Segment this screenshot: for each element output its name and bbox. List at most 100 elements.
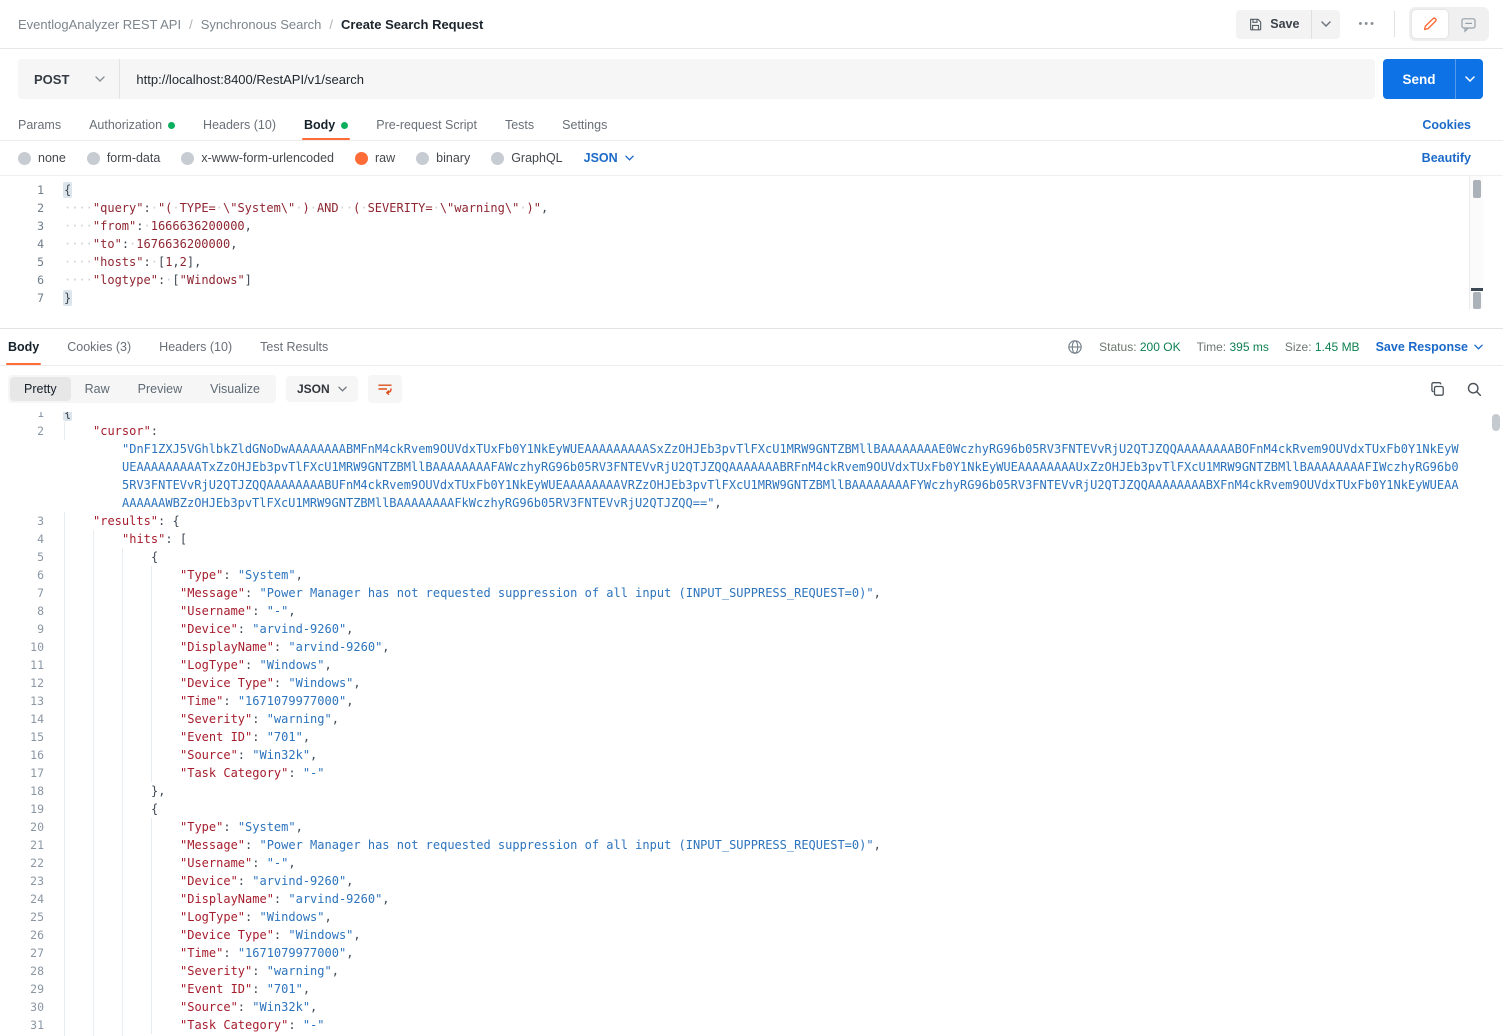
comments-button[interactable]: [1450, 10, 1486, 38]
view-visualize[interactable]: Visualize: [196, 377, 274, 401]
editor-scrollbar-thumb[interactable]: [1473, 292, 1481, 309]
green-dot-icon: [341, 122, 348, 129]
response-scrollbar-thumb[interactable]: [1492, 414, 1500, 431]
view-pretty[interactable]: Pretty: [10, 377, 71, 401]
response-line: 18},: [0, 782, 1503, 800]
tab-authorization[interactable]: Authorization: [89, 110, 175, 140]
url-input[interactable]: http://localhost:8400/RestAPI/v1/search: [120, 72, 380, 87]
copy-button[interactable]: [1429, 381, 1446, 398]
request-language-selector[interactable]: JSON: [584, 151, 634, 165]
tab-headers-10-[interactable]: Headers (10): [203, 110, 276, 140]
size-badge[interactable]: Size: 1.45 MB: [1285, 340, 1360, 354]
breadcrumb-request-title[interactable]: Create Search Request: [341, 17, 483, 32]
line-number: 5: [0, 548, 44, 566]
line-number: 24: [0, 890, 44, 908]
body-type-x-www-form-urlencoded[interactable]: x-www-form-urlencoded: [181, 151, 334, 165]
editor-line[interactable]: 7}: [0, 289, 1503, 307]
breadcrumb-separator: /: [189, 17, 193, 32]
response-line: 10"DisplayName": "arvind-9260",: [0, 638, 1503, 656]
request-body-editor[interactable]: 1{2····"query":·"(·TYPE=·\"System\"·)·AN…: [0, 175, 1503, 309]
response-tab-test-results[interactable]: Test Results: [260, 329, 328, 365]
send-button[interactable]: Send: [1383, 59, 1455, 99]
save-button[interactable]: Save: [1236, 10, 1311, 39]
save-response-button[interactable]: Save Response: [1376, 340, 1483, 354]
tab-params[interactable]: Params: [18, 110, 61, 140]
body-type-none[interactable]: none: [18, 151, 66, 165]
send-button-group: Send: [1383, 59, 1483, 99]
line-number: 29: [0, 980, 44, 998]
body-type-binary[interactable]: binary: [416, 151, 470, 165]
tab-tests[interactable]: Tests: [505, 110, 534, 140]
body-type-raw[interactable]: raw: [355, 151, 395, 165]
method-selector[interactable]: POST: [18, 59, 120, 99]
response-line: 27"Time": "1671079977000",: [0, 944, 1503, 962]
line-number: 22: [0, 854, 44, 872]
wrap-lines-icon: [377, 381, 393, 397]
more-options-button[interactable]: •••: [1354, 12, 1380, 36]
response-body-viewer[interactable]: 1{2"cursor":"DnF1ZXJ5VGhlbkZldGNoDwAAAAA…: [0, 412, 1503, 1036]
floppy-icon: [1248, 17, 1263, 32]
response-toolbar: PrettyRawPreviewVisualize JSON: [0, 366, 1503, 412]
line-number: 31: [0, 1016, 44, 1034]
editor-line[interactable]: 5····"hosts":·[1,2],: [0, 253, 1503, 271]
pencil-icon: [1422, 16, 1438, 32]
editor-scrollbar-thumb[interactable]: [1473, 180, 1481, 198]
save-options-button[interactable]: [1311, 10, 1340, 39]
breadcrumb-collection[interactable]: EventlogAnalyzer REST API: [18, 17, 181, 32]
line-number: 20: [0, 818, 44, 836]
edit-request-button[interactable]: [1412, 10, 1448, 38]
line-number: 1: [0, 412, 44, 422]
editor-scrollbar[interactable]: [1469, 176, 1483, 309]
body-type-GraphQL[interactable]: GraphQL: [491, 151, 562, 165]
radio-icon: [181, 152, 194, 165]
beautify-link[interactable]: Beautify: [1422, 151, 1471, 165]
tab-body[interactable]: Body: [304, 110, 348, 140]
line-number: 6: [0, 566, 44, 584]
tab-label: Headers (10): [203, 118, 276, 132]
response-line: 7"Message": "Power Manager has not reque…: [0, 584, 1503, 602]
tab-pre-request-script[interactable]: Pre-request Script: [376, 110, 477, 140]
response-line: 2"cursor":"DnF1ZXJ5VGhlbkZldGNoDwAAAAAAA…: [0, 422, 1503, 512]
tab-label: Headers (10): [159, 340, 232, 354]
editor-line[interactable]: 3····"from":·1666636200000,: [0, 217, 1503, 235]
url-builder: POST http://localhost:8400/RestAPI/v1/se…: [0, 49, 1503, 110]
editor-line[interactable]: 1{: [0, 181, 1503, 199]
response-line: 14"Severity": "warning",: [0, 710, 1503, 728]
search-button[interactable]: [1466, 381, 1483, 398]
cookies-link[interactable]: Cookies: [1422, 118, 1471, 132]
globe-icon[interactable]: [1067, 339, 1083, 355]
response-line: 12"Device Type": "Windows",: [0, 674, 1503, 692]
response-tab-cookies-3-[interactable]: Cookies (3): [67, 329, 131, 365]
postman-app: EventlogAnalyzer REST API / Synchronous …: [0, 0, 1503, 1036]
editor-line[interactable]: 6····"logtype":·["Windows"]: [0, 271, 1503, 289]
tab-label: Body: [8, 340, 39, 354]
response-language-selector[interactable]: JSON: [286, 376, 358, 402]
view-preview[interactable]: Preview: [124, 377, 196, 401]
send-options-button[interactable]: [1455, 59, 1483, 99]
tab-label: Cookies (3): [67, 340, 131, 354]
response-tab-body[interactable]: Body: [8, 329, 39, 365]
wrap-lines-button[interactable]: [368, 375, 402, 403]
time-badge[interactable]: Time: 395 ms: [1197, 340, 1269, 354]
response-line: 19{: [0, 800, 1503, 818]
response-language-label: JSON: [297, 382, 330, 396]
response-tab-headers-10-[interactable]: Headers (10): [159, 329, 232, 365]
editor-line[interactable]: 2····"query":·"(·TYPE=·\"System\"·)·AND·…: [0, 199, 1503, 217]
response-line: 29"Event ID": "701",: [0, 980, 1503, 998]
editor-line[interactable]: 4····"to":·1676636200000,: [0, 235, 1503, 253]
tab-label: Pre-request Script: [376, 118, 477, 132]
tab-settings[interactable]: Settings: [562, 110, 607, 140]
body-type-form-data[interactable]: form-data: [87, 151, 161, 165]
status-badge[interactable]: Status: 200 OK: [1099, 340, 1180, 354]
request-tab-list: Params Authorization Headers (10) Body Pre-r…: [18, 110, 607, 140]
response-scrollbar[interactable]: [1492, 413, 1500, 1036]
breadcrumb-folder[interactable]: Synchronous Search: [201, 17, 322, 32]
body-type-row: none form-data x-www-form-urlencoded raw bin…: [0, 141, 1503, 175]
line-number: 7: [0, 584, 44, 602]
comment-icon: [1460, 16, 1477, 33]
green-dot-icon: [168, 122, 175, 129]
context-panel-switcher: [1409, 7, 1489, 41]
view-raw[interactable]: Raw: [71, 377, 124, 401]
radio-icon: [416, 152, 429, 165]
response-line: 5{: [0, 548, 1503, 566]
